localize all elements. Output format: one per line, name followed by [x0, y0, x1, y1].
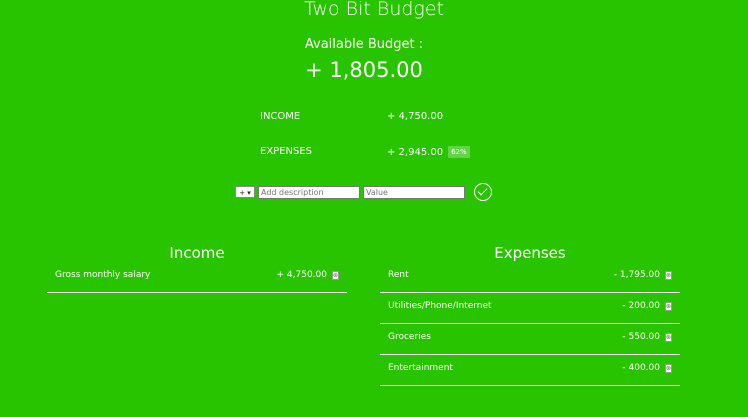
item-description: Groceries — [388, 332, 431, 342]
type-select[interactable]: + ▾ — [235, 186, 255, 198]
expenses-percentage-badge: 62% — [448, 146, 470, 158]
item-value: - 1,795.00 — [613, 270, 660, 280]
expenses-summary-value: + 2,945.00 — [387, 147, 444, 158]
app-title: Two Bit Budget — [304, 0, 444, 20]
description-input[interactable] — [258, 186, 360, 199]
delete-icon[interactable]: ⊗ — [665, 271, 672, 280]
value-input[interactable] — [363, 186, 465, 199]
item-description: Rent — [388, 270, 409, 280]
delete-icon[interactable]: ⊗ — [332, 271, 339, 280]
item-description: Entertainment — [388, 363, 453, 373]
income-summary-value: + 4,750.00 — [387, 111, 444, 122]
delete-icon[interactable]: ⊗ — [665, 302, 672, 311]
checkmark-circle-icon[interactable] — [474, 183, 492, 201]
delete-icon[interactable]: ⊗ — [665, 364, 672, 373]
item-value: - 550.00 — [622, 332, 660, 342]
expenses-summary-label: EXPENSES — [260, 146, 313, 157]
item-description: Utilities/Phone/Internet — [388, 301, 492, 311]
item-value: - 200.00 — [622, 301, 660, 311]
available-budget-value: + 1,805.00 — [305, 58, 423, 82]
income-list: Gross monthly salary + 4,750.00 ⊗ — [47, 262, 347, 293]
income-item: Gross monthly salary + 4,750.00 ⊗ — [47, 262, 347, 293]
income-title: Income — [169, 244, 225, 262]
expenses-list: Rent - 1,795.00 ⊗ Utilities/Phone/Intern… — [380, 262, 680, 386]
expenses-title: Expenses — [494, 244, 566, 262]
expenses-summary-value-wrap: + 2,945.00 62% — [387, 146, 470, 158]
item-value: - 400.00 — [622, 363, 660, 373]
item-value: + 4,750.00 — [276, 270, 327, 280]
expense-item: Entertainment - 400.00 ⊗ — [380, 355, 680, 386]
item-description: Gross monthly salary — [55, 270, 151, 280]
expense-item: Groceries - 550.00 ⊗ — [380, 324, 680, 355]
expense-item: Utilities/Phone/Internet - 200.00 ⊗ — [380, 293, 680, 324]
income-summary-label: INCOME — [260, 111, 301, 122]
available-budget-label: Available Budget : — [304, 37, 424, 52]
delete-icon[interactable]: ⊗ — [665, 333, 672, 342]
expense-item: Rent - 1,795.00 ⊗ — [380, 262, 680, 293]
